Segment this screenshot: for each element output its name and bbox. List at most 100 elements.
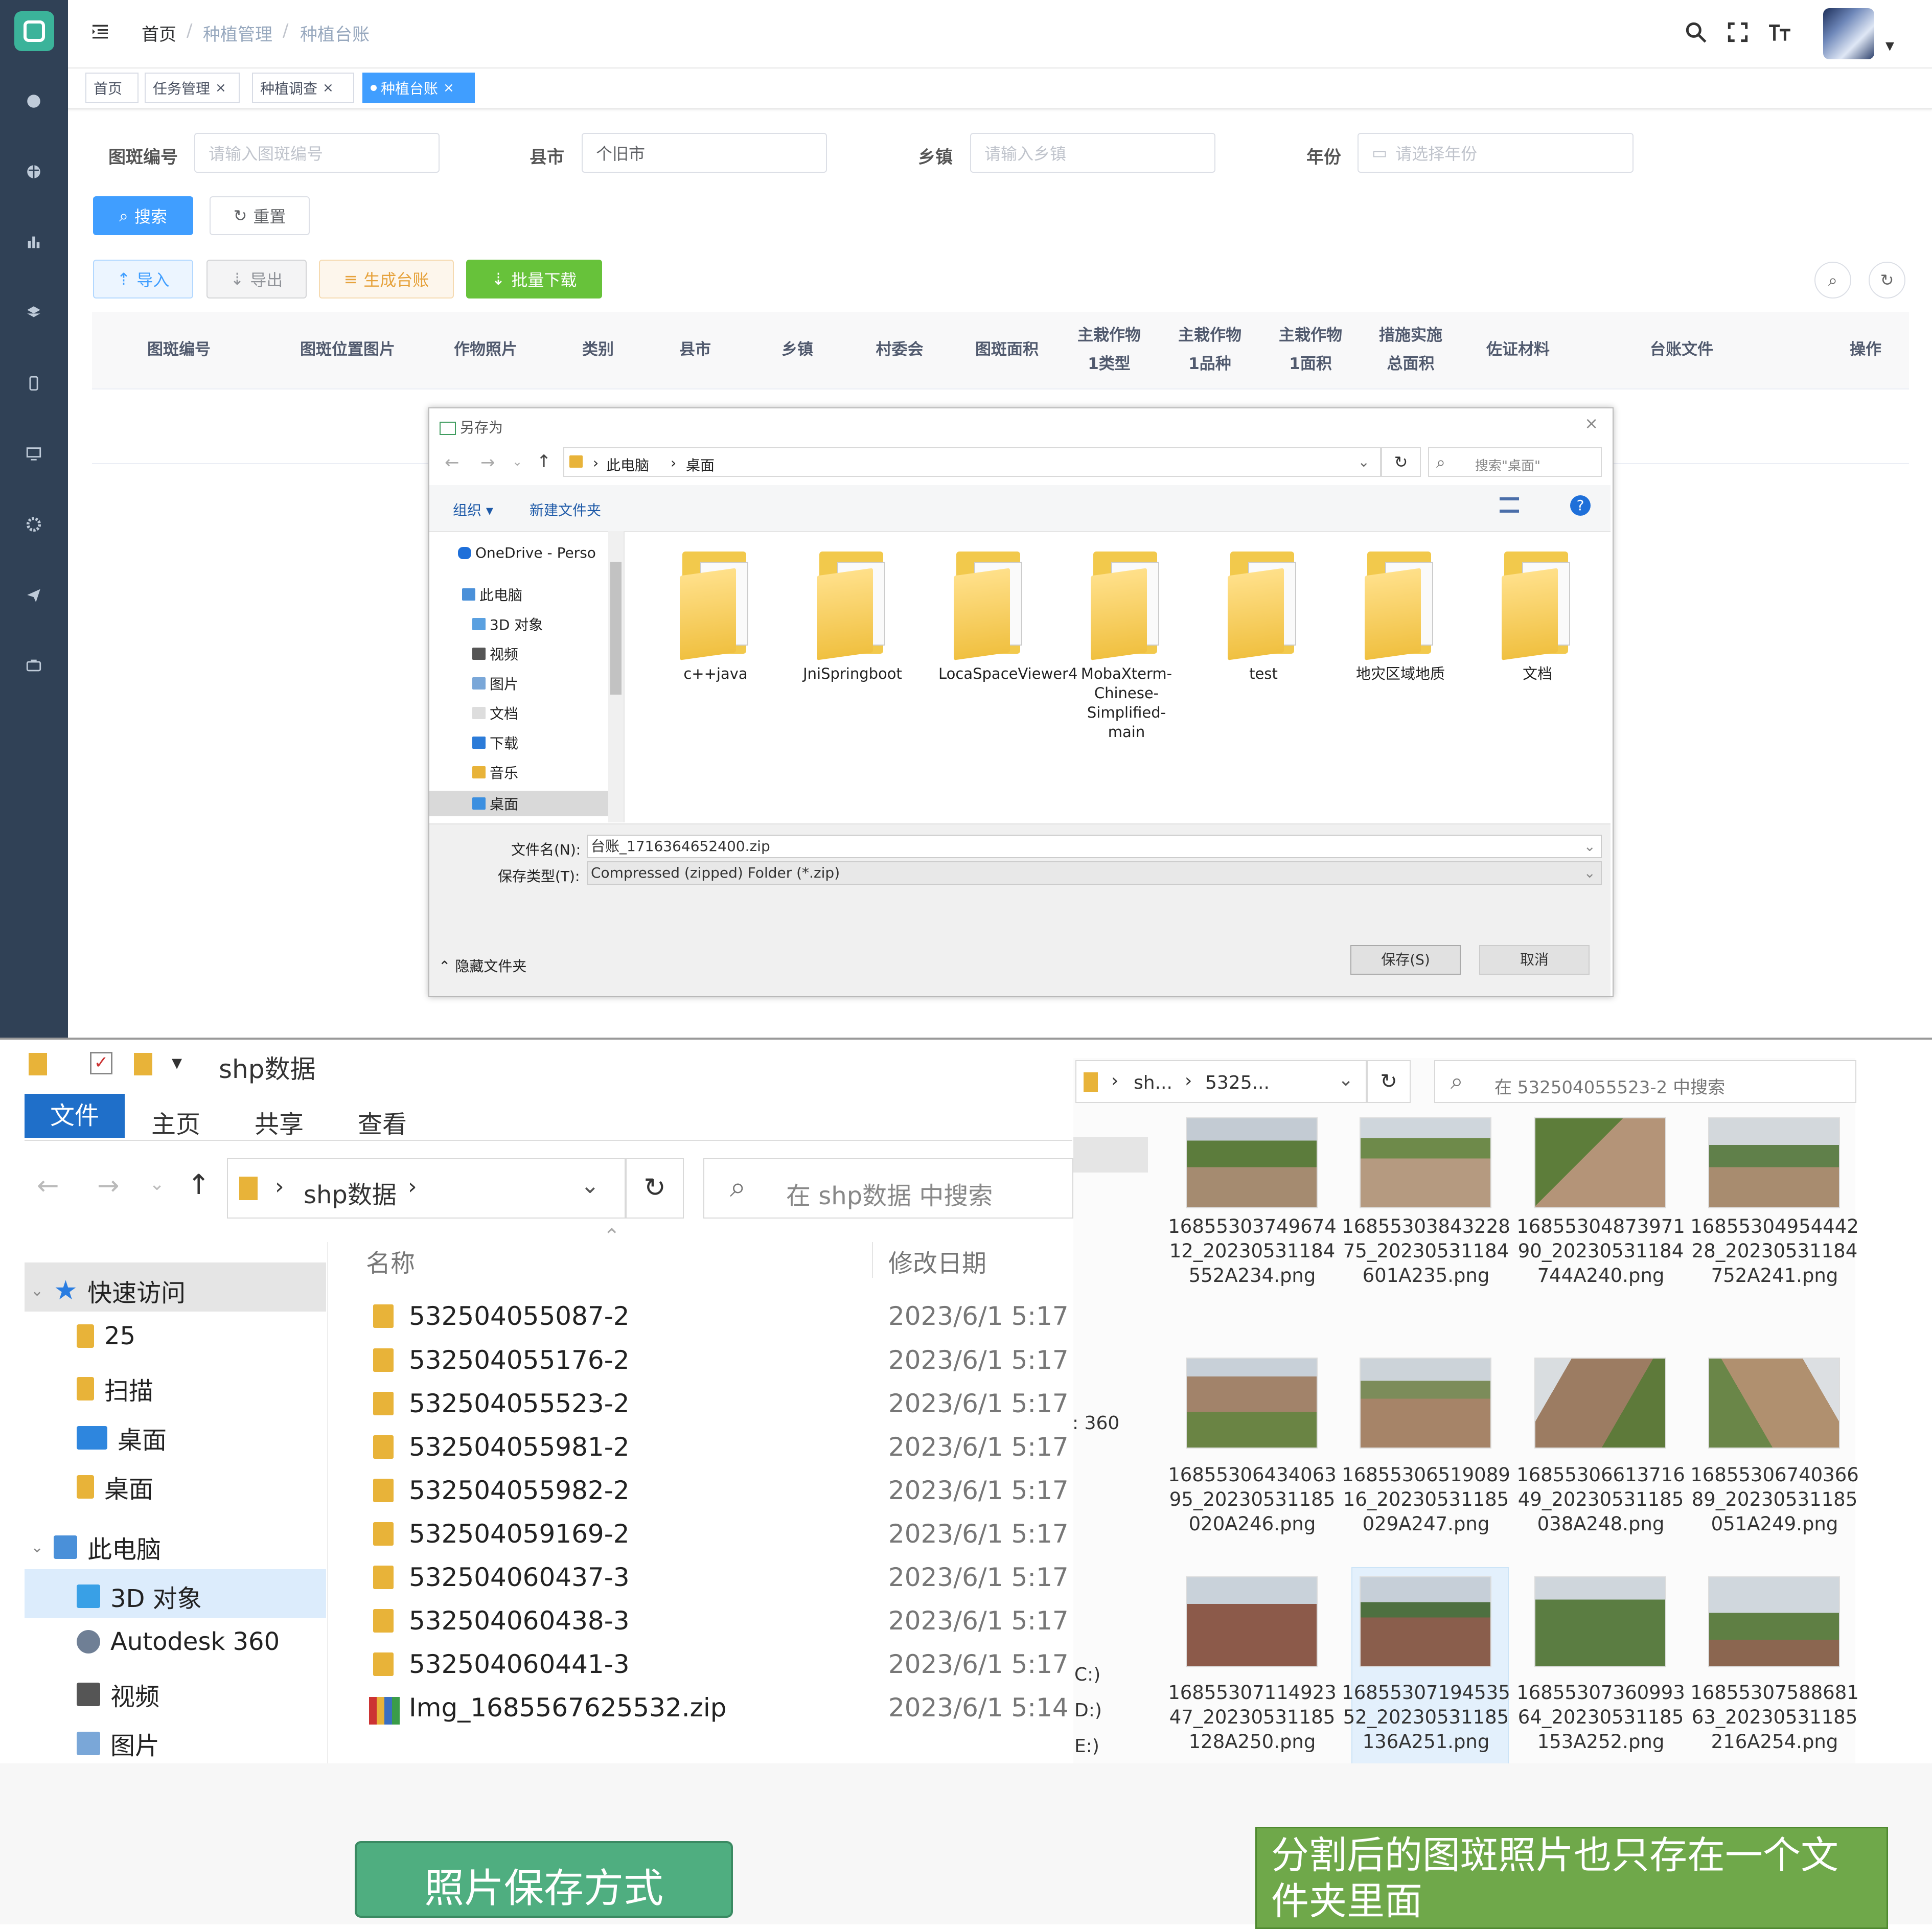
send-icon[interactable] <box>24 585 44 605</box>
up-arrow-icon[interactable]: ↑ <box>537 451 551 472</box>
expand-arrow-icon[interactable]: ⌄ <box>31 1282 43 1300</box>
folder-item[interactable]: MobaXterm-Chinese-Simplified-main <box>1075 552 1178 742</box>
folder-item[interactable]: 地灾区域地质 <box>1349 552 1452 683</box>
photo-thumbnail[interactable] <box>1360 1358 1491 1449</box>
help-icon[interactable]: ? <box>1570 495 1591 516</box>
organize-menu[interactable]: 组织 ▾ <box>453 499 493 520</box>
refresh-icon[interactable]: ↻ <box>626 1158 684 1219</box>
nav-desktop-selected[interactable]: 桌面 <box>429 791 608 816</box>
drive-c[interactable]: C:) <box>1074 1664 1100 1685</box>
up-arrow-icon[interactable]: ↑ <box>187 1168 210 1201</box>
expand-arrow-icon[interactable]: ⌄ <box>31 1538 43 1556</box>
breadcrumb-home[interactable]: 首页 <box>142 20 176 45</box>
scrollbar[interactable] <box>608 531 624 822</box>
nav-downloads[interactable]: 下载 <box>472 732 518 753</box>
close-icon[interactable]: × <box>1584 414 1598 433</box>
photo-thumbnail[interactable] <box>1708 1358 1840 1449</box>
nav-videos[interactable]: 视频 <box>77 1677 159 1712</box>
nav-this-pc[interactable]: 此电脑 <box>462 584 522 605</box>
forward-arrow-icon[interactable]: → <box>97 1170 120 1201</box>
forward-arrow-icon[interactable]: → <box>480 452 495 473</box>
new-folder-icon[interactable] <box>134 1053 152 1075</box>
address-bar[interactable]: › shp数据 › ⌄ <box>227 1158 626 1219</box>
nav-pictures[interactable]: 图片 <box>472 673 518 694</box>
path-this-pc[interactable]: 此电脑 <box>606 454 649 475</box>
photo-thumbnail[interactable] <box>1186 1117 1318 1208</box>
path-shp-data[interactable]: shp数据 <box>304 1175 397 1210</box>
folder-item[interactable]: c++java <box>664 552 767 683</box>
breadcrumb-planting-management[interactable]: 种植管理 <box>203 20 272 45</box>
scrollbar-thumb[interactable] <box>610 562 622 695</box>
photo-address-bar[interactable]: › sh... › 5325... ⌄ <box>1075 1060 1367 1103</box>
year-picker[interactable]: ▭ 请选择年份 <box>1358 133 1634 173</box>
chevron-down-icon[interactable]: ⌄ <box>1584 836 1596 857</box>
path-shp[interactable]: sh... <box>1134 1072 1172 1093</box>
nav-3d-objects[interactable]: 3D 对象 <box>77 1578 202 1614</box>
search-button[interactable]: ⌕ 搜索 <box>93 196 193 235</box>
nav-onedrive[interactable]: OneDrive - Perso <box>458 544 596 561</box>
export-button[interactable]: ⇣ 导出 <box>206 260 307 298</box>
search-input[interactable]: ⌕ 在 shp数据 中搜索 <box>703 1158 1073 1219</box>
chevron-down-icon[interactable]: ⌄ <box>1338 1069 1353 1090</box>
globe-icon[interactable] <box>24 162 44 182</box>
gear-icon[interactable] <box>24 514 44 535</box>
folder-item[interactable]: LocaSpaceViewer4 <box>938 552 1078 683</box>
photo-thumbnail[interactable] <box>1534 1358 1666 1449</box>
nav-item-desktop-folder[interactable]: 桌面 <box>77 1469 153 1505</box>
ribbon-tab-share[interactable]: 共享 <box>255 1104 304 1140</box>
menu-fold-icon[interactable] <box>88 21 112 42</box>
monitor-icon[interactable] <box>24 444 44 464</box>
hide-folders-toggle[interactable]: ⌃ 隐藏文件夹 <box>439 955 526 976</box>
column-date-header[interactable]: 修改日期 <box>888 1243 986 1279</box>
quick-access-dropdown-icon[interactable]: ▾ <box>172 1051 182 1074</box>
tab-planting-survey[interactable]: 种植调查 × <box>252 73 354 103</box>
avatar-dropdown-icon[interactable]: ▼ <box>1885 40 1894 53</box>
photo-thumbnail[interactable] <box>1708 1117 1840 1208</box>
nav-quick-access[interactable]: ⌄ ★ 快速访问 <box>31 1273 186 1308</box>
recent-dropdown-icon[interactable]: ⌄ <box>512 454 522 469</box>
tab-home[interactable]: 首页 <box>85 73 139 103</box>
photo-thumbnail[interactable] <box>1708 1576 1840 1667</box>
nav-item-scan[interactable]: 扫描 <box>77 1371 153 1407</box>
view-options-icon[interactable] <box>1500 497 1519 513</box>
ribbon-tab-view[interactable]: 查看 <box>358 1104 407 1140</box>
nav-this-pc[interactable]: ⌄ 此电脑 <box>31 1529 161 1565</box>
tab-planting-ledger[interactable]: 种植台账 × <box>362 73 475 103</box>
column-name-header[interactable]: 名称 <box>366 1243 415 1279</box>
nav-pictures[interactable]: 图片 <box>77 1726 159 1761</box>
close-icon[interactable]: × <box>215 80 226 96</box>
reset-button[interactable]: ↻ 重置 <box>210 196 310 235</box>
close-icon[interactable]: × <box>323 80 334 96</box>
refresh-button[interactable]: ↻ <box>1869 262 1905 298</box>
folder-item[interactable]: JniSpringboot <box>801 552 904 683</box>
bar-chart-icon[interactable] <box>24 232 44 252</box>
nav-item-25[interactable]: 25 <box>77 1322 135 1350</box>
nav-3d-objects[interactable]: 3D 对象 <box>472 614 543 634</box>
photo-thumbnail[interactable] <box>1534 1117 1666 1208</box>
search-input[interactable]: ⌕ 搜索"桌面" <box>1428 447 1602 477</box>
refresh-icon[interactable]: ↻ <box>1367 1060 1411 1103</box>
refresh-icon[interactable]: ↻ <box>1381 447 1421 477</box>
app-logo[interactable] <box>14 11 54 51</box>
nav-videos[interactable]: 视频 <box>472 644 518 664</box>
batch-download-button[interactable]: ⇣ 批量下载 <box>466 260 602 298</box>
ribbon-tab-home[interactable]: 主页 <box>151 1104 200 1140</box>
mobile-icon[interactable] <box>24 373 44 394</box>
path-desktop[interactable]: 桌面 <box>686 454 715 475</box>
properties-icon[interactable]: ✓ <box>90 1052 112 1074</box>
user-avatar[interactable] <box>1823 8 1874 59</box>
search-icon[interactable] <box>1683 19 1709 47</box>
back-arrow-icon[interactable]: ← <box>37 1170 59 1201</box>
tab-task-management[interactable]: 任务管理 × <box>145 73 240 103</box>
nav-music[interactable]: 音乐 <box>472 762 518 783</box>
filetype-select[interactable]: Compressed (zipped) Folder (*.zip) ⌄ <box>587 861 1602 885</box>
chevron-down-icon[interactable]: ⌄ <box>1358 453 1370 470</box>
generate-ledger-button[interactable]: ≡ 生成台账 <box>319 260 454 298</box>
photo-thumbnail[interactable] <box>1534 1576 1666 1667</box>
dashboard-icon[interactable] <box>24 91 44 111</box>
drive-e[interactable]: E:) <box>1074 1736 1099 1757</box>
photo-thumbnail[interactable] <box>1360 1576 1491 1667</box>
sort-arrow-icon[interactable]: ⌃ <box>603 1225 620 1248</box>
recent-dropdown-icon[interactable]: ⌄ <box>149 1174 165 1195</box>
back-arrow-icon[interactable]: ← <box>445 452 459 473</box>
